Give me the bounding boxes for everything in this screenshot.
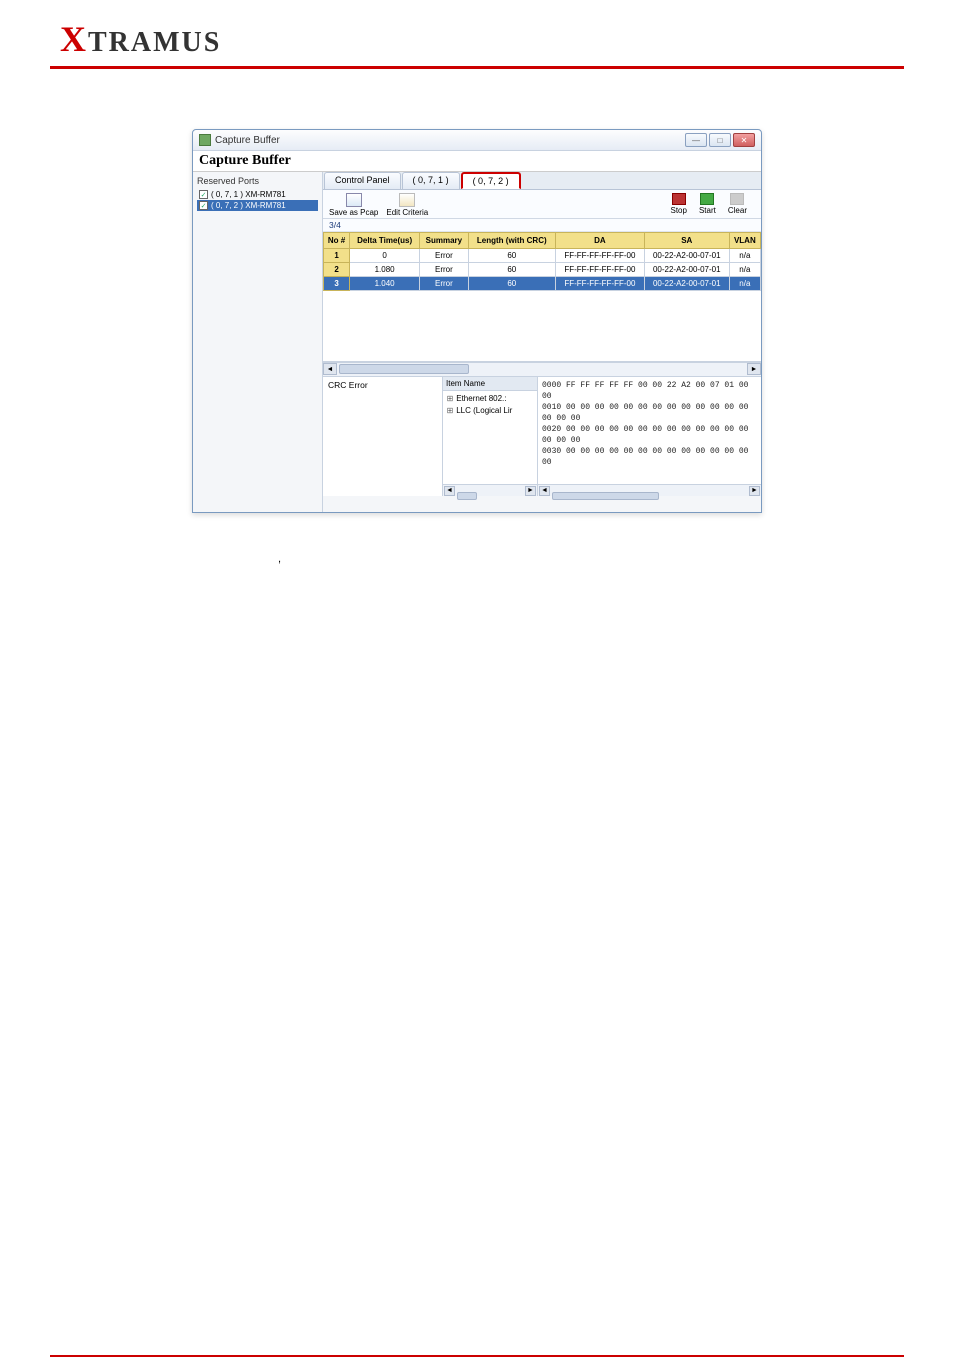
- page-title: Capture Buffer: [193, 151, 761, 172]
- stop-button[interactable]: Stop: [671, 193, 687, 215]
- col-da[interactable]: DA: [555, 233, 644, 249]
- detail-tree[interactable]: ⊞ Ethernet 802.: ⊞ LLC (Logical Lir: [443, 391, 537, 484]
- table-row[interactable]: 2 1.080 Error 60 FF-FF-FF-FF-FF-00 00-22…: [324, 263, 761, 277]
- start-button[interactable]: Start: [699, 193, 716, 215]
- tab-control-panel[interactable]: Control Panel: [324, 172, 401, 189]
- logo-x: X: [60, 19, 88, 59]
- col-sa[interactable]: SA: [644, 233, 729, 249]
- toolbar: Save as Pcap Edit Criteria Stop Start Cl…: [323, 190, 761, 219]
- save-icon: [346, 193, 362, 207]
- start-icon: [700, 193, 714, 205]
- port-label-0: ( 0, 7, 1 ) XM-RM781: [211, 190, 286, 199]
- reserved-ports-panel: Reserved Ports ✓ ( 0, 7, 1 ) XM-RM781 ✓ …: [193, 172, 323, 512]
- table-row[interactable]: 1 0 Error 60 FF-FF-FF-FF-FF-00 00-22-A2-…: [324, 249, 761, 263]
- titlebar[interactable]: Capture Buffer — □ ✕: [193, 130, 761, 151]
- save-as-pcap-button[interactable]: Save as Pcap: [329, 193, 378, 217]
- hex-hscroll[interactable]: ◄ ►: [538, 484, 761, 496]
- detail-summary: CRC Error: [323, 377, 443, 496]
- scroll-left-icon[interactable]: ◄: [444, 486, 455, 496]
- col-delta[interactable]: Delta Time(us): [350, 233, 420, 249]
- scroll-left-icon[interactable]: ◄: [323, 363, 337, 375]
- col-no[interactable]: No #: [324, 233, 350, 249]
- port-item-1[interactable]: ✓ ( 0, 7, 2 ) XM-RM781: [197, 200, 318, 211]
- minimize-button[interactable]: —: [685, 133, 707, 147]
- port-label-1: ( 0, 7, 2 ) XM-RM781: [211, 201, 286, 210]
- scroll-right-icon[interactable]: ►: [747, 363, 761, 375]
- logo-rest: TRAMUS: [88, 27, 221, 58]
- stop-icon: [672, 193, 686, 205]
- window-icon: [199, 134, 211, 146]
- close-button[interactable]: ✕: [733, 133, 755, 147]
- edit-criteria-button[interactable]: Edit Criteria: [386, 193, 428, 217]
- packet-table: No # Delta Time(us) Summary Length (with…: [323, 232, 761, 291]
- edit-icon: [399, 193, 415, 207]
- tabs: Control Panel ( 0, 7, 1 ) ( 0, 7, 2 ): [323, 172, 761, 190]
- scroll-thumb[interactable]: [552, 492, 659, 500]
- port-checkbox-0[interactable]: ✓: [199, 190, 208, 199]
- expand-icon[interactable]: ⊞: [446, 405, 454, 417]
- port-item-0[interactable]: ✓ ( 0, 7, 1 ) XM-RM781: [197, 189, 318, 200]
- tree-hscroll[interactable]: ◄ ►: [443, 484, 537, 496]
- hex-view[interactable]: 0000 FF FF FF FF FF 00 00 22 A2 00 07 01…: [538, 377, 761, 484]
- table-hscroll[interactable]: ◄ ►: [323, 362, 761, 376]
- capture-buffer-window: Capture Buffer — □ ✕ Capture Buffer Rese…: [192, 129, 762, 513]
- table-row[interactable]: 3 1.040 Error 60 FF-FF-FF-FF-FF-00 00-22…: [324, 277, 761, 291]
- clear-button[interactable]: Clear: [728, 193, 747, 215]
- scroll-thumb[interactable]: [457, 492, 477, 500]
- clear-icon: [730, 193, 744, 205]
- col-vlan[interactable]: VLAN: [729, 233, 760, 249]
- col-summary[interactable]: Summary: [420, 233, 468, 249]
- detail-tree-header: Item Name: [443, 377, 537, 391]
- scroll-left-icon[interactable]: ◄: [539, 486, 550, 496]
- expand-icon[interactable]: ⊞: [446, 393, 454, 405]
- stray-comma: ,: [278, 553, 954, 565]
- col-length[interactable]: Length (with CRC): [468, 233, 555, 249]
- scroll-right-icon[interactable]: ►: [749, 486, 760, 496]
- tab-port-071[interactable]: ( 0, 7, 1 ): [402, 172, 460, 189]
- scroll-right-icon[interactable]: ►: [525, 486, 536, 496]
- top-divider: [50, 66, 904, 69]
- reserved-ports-title: Reserved Ports: [197, 176, 318, 186]
- scroll-thumb[interactable]: [339, 364, 469, 374]
- capture-count: 3/4: [323, 219, 761, 232]
- maximize-button[interactable]: □: [709, 133, 731, 147]
- port-checkbox-1[interactable]: ✓: [199, 201, 208, 210]
- window-title: Capture Buffer: [215, 135, 685, 146]
- tab-port-072[interactable]: ( 0, 7, 2 ): [461, 172, 521, 189]
